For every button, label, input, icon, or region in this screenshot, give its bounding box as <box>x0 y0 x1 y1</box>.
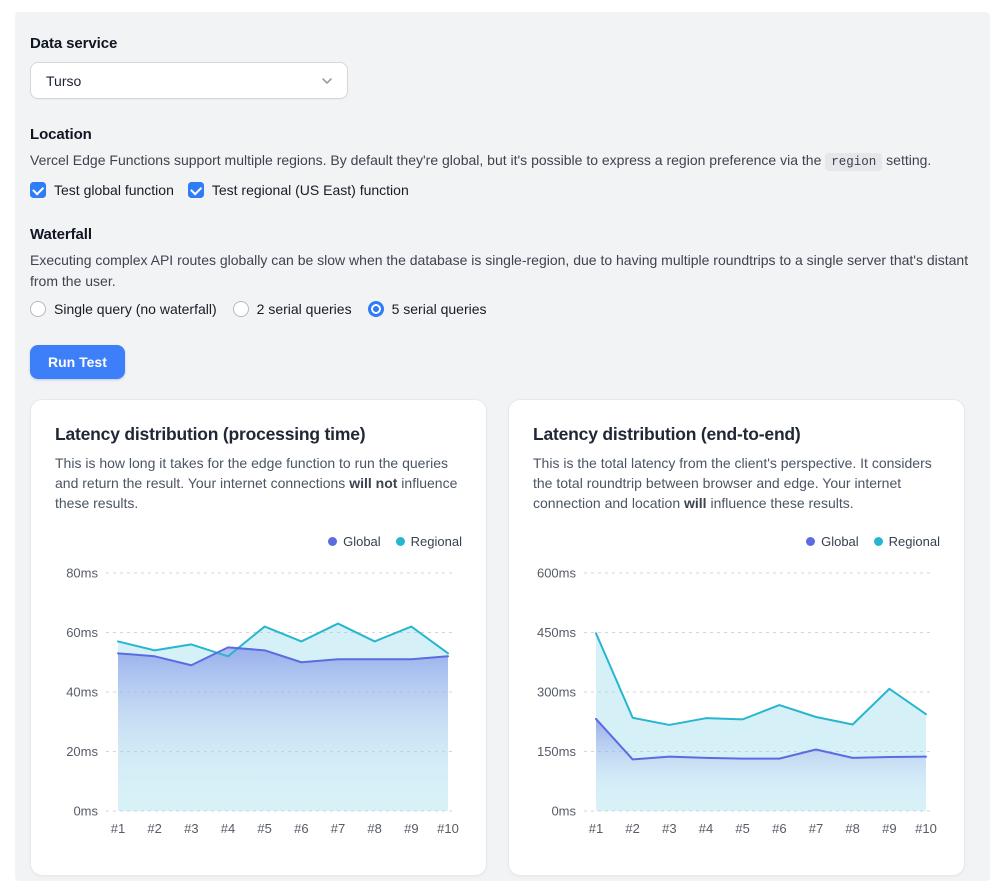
card-latency-end-to-end: Latency distribution (end-to-end) This i… <box>508 399 965 876</box>
svg-text:#2: #2 <box>625 821 639 836</box>
location-description: Vercel Edge Functions support multiple r… <box>30 150 975 173</box>
global-legend-dot-icon <box>806 537 815 546</box>
charts-row: Latency distribution (processing time) T… <box>30 399 975 876</box>
radio-icon[interactable] <box>368 301 384 317</box>
chart-description-bold: will not <box>349 475 397 491</box>
svg-text:#7: #7 <box>809 821 823 836</box>
data-service-select[interactable]: Turso <box>30 62 348 99</box>
legend-item-global: Global <box>806 534 859 549</box>
svg-text:450ms: 450ms <box>537 625 577 640</box>
location-checkbox-row: Test global function Test regional (US E… <box>30 179 975 201</box>
svg-text:#5: #5 <box>257 821 271 836</box>
radio-icon[interactable] <box>233 301 249 317</box>
svg-text:#5: #5 <box>735 821 749 836</box>
svg-text:0ms: 0ms <box>73 804 98 819</box>
svg-text:#1: #1 <box>111 821 125 836</box>
checkbox-test-global-function[interactable]: Test global function <box>30 182 174 198</box>
svg-text:60ms: 60ms <box>66 625 98 640</box>
radio-5-serial-queries[interactable]: 5 serial queries <box>368 301 487 317</box>
legend-label: Regional <box>411 534 462 549</box>
card-latency-processing: Latency distribution (processing time) T… <box>30 399 487 876</box>
svg-text:#7: #7 <box>331 821 345 836</box>
waterfall-description: Executing complex API routes globally ca… <box>30 250 975 292</box>
chart-title: Latency distribution (end-to-end) <box>533 424 940 445</box>
checkbox-icon[interactable] <box>188 182 204 198</box>
svg-text:#2: #2 <box>147 821 161 836</box>
regional-legend-dot-icon <box>396 537 405 546</box>
region-code-chip: region <box>825 153 882 171</box>
svg-text:80ms: 80ms <box>66 566 98 581</box>
chart-description-bold: will <box>684 495 707 511</box>
svg-text:300ms: 300ms <box>537 685 577 700</box>
svg-text:#9: #9 <box>882 821 896 836</box>
svg-text:20ms: 20ms <box>66 744 98 759</box>
legend-label: Regional <box>889 534 940 549</box>
radio-icon[interactable] <box>30 301 46 317</box>
radio-label: 2 serial queries <box>257 301 352 317</box>
svg-text:40ms: 40ms <box>66 685 98 700</box>
legend-label: Global <box>821 534 859 549</box>
location-description-suffix: setting. <box>882 152 931 168</box>
chart-description: This is the total latency from the clien… <box>533 453 940 513</box>
latency-processing-chart: 0ms 20ms 40ms 60ms 80ms #1 #2 #3 #4 #5 #6 #7 #8 #9 #10 <box>55 556 464 848</box>
radio-single-query[interactable]: Single query (no waterfall) <box>30 301 217 317</box>
chart-legend: Global Regional <box>533 534 940 549</box>
legend-item-regional: Regional <box>874 534 940 549</box>
checkbox-label: Test global function <box>54 182 174 198</box>
run-test-button[interactable]: Run Test <box>30 345 125 379</box>
checkbox-icon[interactable] <box>30 182 46 198</box>
chevron-down-icon <box>320 74 334 88</box>
svg-text:#6: #6 <box>294 821 308 836</box>
svg-text:#1: #1 <box>589 821 603 836</box>
svg-text:150ms: 150ms <box>537 744 577 759</box>
svg-text:#8: #8 <box>845 821 859 836</box>
svg-text:#10: #10 <box>915 821 937 836</box>
svg-text:#3: #3 <box>184 821 198 836</box>
legend-label: Global <box>343 534 381 549</box>
svg-text:#4: #4 <box>221 821 235 836</box>
waterfall-heading: Waterfall <box>30 226 975 243</box>
legend-item-regional: Regional <box>396 534 462 549</box>
svg-text:600ms: 600ms <box>537 566 577 581</box>
chart-description: This is how long it takes for the edge f… <box>55 453 462 513</box>
chart-description-suffix: influence these results. <box>707 495 854 511</box>
svg-text:#3: #3 <box>662 821 676 836</box>
svg-text:#9: #9 <box>404 821 418 836</box>
checkbox-label: Test regional (US East) function <box>212 182 409 198</box>
radio-2-serial-queries[interactable]: 2 serial queries <box>233 301 352 317</box>
radio-label: Single query (no waterfall) <box>54 301 217 317</box>
chart-legend: Global Regional <box>55 534 462 549</box>
location-heading: Location <box>30 126 975 143</box>
settings-panel: Data service Turso Location Vercel Edge … <box>15 12 990 881</box>
svg-text:0ms: 0ms <box>551 804 576 819</box>
svg-text:#10: #10 <box>437 821 459 836</box>
svg-text:#6: #6 <box>772 821 786 836</box>
waterfall-radio-row: Single query (no waterfall) 2 serial que… <box>30 298 975 320</box>
data-service-heading: Data service <box>30 35 975 52</box>
data-service-selected-value: Turso <box>46 73 81 89</box>
checkbox-test-regional-function[interactable]: Test regional (US East) function <box>188 182 409 198</box>
latency-end-to-end-chart: 0ms 150ms 300ms 450ms 600ms #1 #2 #3 #4 #5 #6 #7 #8 #… <box>533 556 942 848</box>
chart-title: Latency distribution (processing time) <box>55 424 462 445</box>
legend-item-global: Global <box>328 534 381 549</box>
svg-text:#8: #8 <box>367 821 381 836</box>
location-description-text: Vercel Edge Functions support multiple r… <box>30 152 825 168</box>
radio-label: 5 serial queries <box>392 301 487 317</box>
svg-text:#4: #4 <box>699 821 713 836</box>
regional-legend-dot-icon <box>874 537 883 546</box>
global-legend-dot-icon <box>328 537 337 546</box>
